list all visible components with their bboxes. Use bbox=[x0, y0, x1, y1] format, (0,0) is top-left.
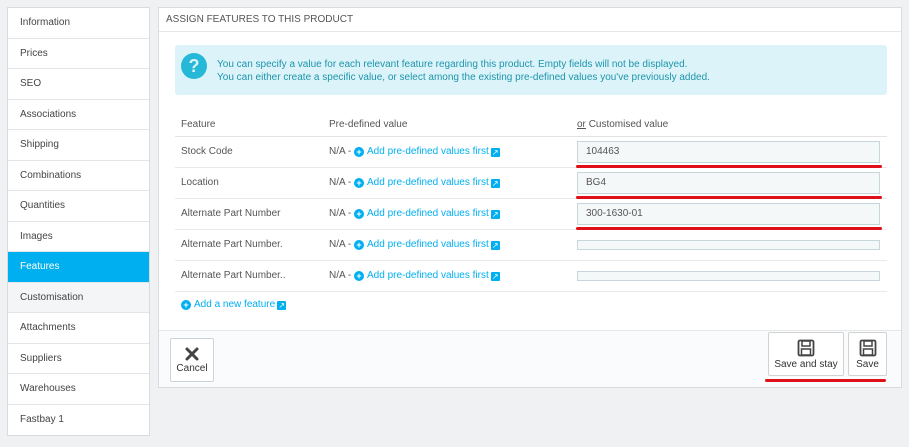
save-and-stay-label: Save and stay bbox=[774, 359, 838, 370]
add-predefined-link[interactable]: + Add pre-defined values first ↗ bbox=[354, 146, 500, 157]
add-predefined-link[interactable]: + Add pre-defined values first ↗ bbox=[354, 208, 500, 219]
save-and-stay-button[interactable]: Save and stay bbox=[768, 332, 844, 376]
save-button[interactable]: Save bbox=[848, 332, 887, 376]
customised-value-input[interactable] bbox=[577, 140, 880, 163]
alert-line-1: You can specify a value for each relevan… bbox=[217, 59, 688, 70]
feature-name: Stock Code bbox=[175, 136, 323, 168]
add-predefined-link[interactable]: + Add pre-defined values first ↗ bbox=[354, 177, 500, 188]
header-or: or bbox=[577, 118, 586, 130]
save-label: Save bbox=[856, 359, 879, 370]
info-alert: ? You can specify a value for each relev… bbox=[175, 45, 887, 95]
sidebar-item-quantities[interactable]: Quantities bbox=[8, 191, 149, 222]
sidebar-item-prices[interactable]: Prices bbox=[8, 39, 149, 69]
na-text: N/A - bbox=[329, 208, 352, 219]
table-row: Stock Code N/A - + Add pre-defined values… bbox=[175, 136, 887, 168]
plus-circle-icon: + bbox=[354, 209, 365, 219]
plus-circle-icon: + bbox=[354, 178, 365, 188]
product-tabs-sidebar: Information Prices SEO Associations Ship… bbox=[7, 7, 150, 436]
na-text: N/A - bbox=[329, 270, 352, 281]
customised-cell bbox=[571, 136, 887, 168]
customised-value-input[interactable] bbox=[577, 239, 880, 250]
sidebar-item-images[interactable]: Images bbox=[8, 222, 149, 252]
table-header-row: Feature Pre-defined value or Customised … bbox=[175, 113, 887, 137]
highlight-underline bbox=[576, 227, 882, 230]
cancel-button[interactable]: Cancel bbox=[170, 338, 214, 382]
add-new-feature-link[interactable]: + Add a new feature ↗ bbox=[181, 299, 287, 310]
highlight-underline bbox=[576, 165, 882, 168]
question-icon: ? bbox=[181, 53, 207, 79]
predefined-cell: N/A - + Add pre-defined values first ↗ bbox=[323, 198, 571, 230]
features-table: Feature Pre-defined value or Customised … bbox=[175, 113, 887, 292]
sidebar-item-combinations[interactable]: Combinations bbox=[8, 161, 149, 191]
alert-text: You can specify a value for each relevan… bbox=[217, 58, 710, 84]
external-link-icon: ↗ bbox=[490, 179, 500, 188]
cancel-label: Cancel bbox=[176, 363, 208, 374]
external-link-icon: ↗ bbox=[490, 148, 500, 157]
floppy-disk-icon bbox=[859, 339, 876, 357]
plus-circle-icon: + bbox=[181, 300, 191, 310]
external-link-icon: ↗ bbox=[490, 241, 500, 250]
plus-circle-icon: + bbox=[354, 271, 365, 281]
plus-circle-icon: + bbox=[354, 147, 365, 157]
predefined-cell: N/A - + Add pre-defined values first ↗ bbox=[323, 136, 571, 168]
customised-cell bbox=[571, 198, 887, 230]
predefined-cell: N/A - + Add pre-defined values first ↗ bbox=[323, 260, 571, 292]
table-row: Alternate Part Number. N/A - + Add pre-de… bbox=[175, 229, 887, 261]
external-link-icon: ↗ bbox=[490, 210, 500, 219]
sidebar-item-features[interactable]: Features bbox=[8, 252, 149, 283]
na-text: N/A - bbox=[329, 146, 352, 157]
panel-title: ASSIGN FEATURES TO THIS PRODUCT bbox=[159, 8, 901, 32]
table-row: Alternate Part Number N/A - + Add pre-def… bbox=[175, 198, 887, 230]
panel-footer: Cancel Save and stay Save bbox=[159, 330, 901, 387]
add-predefined-link[interactable]: + Add pre-defined values first ↗ bbox=[354, 270, 500, 281]
customised-cell bbox=[571, 260, 887, 292]
predefined-cell: N/A - + Add pre-defined values first ↗ bbox=[323, 167, 571, 199]
sidebar-item-shipping[interactable]: Shipping bbox=[8, 130, 149, 161]
na-text: N/A - bbox=[329, 239, 352, 250]
highlight-underline bbox=[765, 379, 886, 382]
na-text: N/A - bbox=[329, 177, 352, 188]
floppy-disk-icon bbox=[797, 339, 815, 357]
header-feature: Feature bbox=[175, 113, 323, 137]
highlight-underline bbox=[576, 196, 882, 199]
close-icon bbox=[185, 347, 199, 361]
feature-name: Location bbox=[175, 167, 323, 199]
sidebar-item-customisation[interactable]: Customisation bbox=[8, 282, 149, 313]
table-row: Location N/A - + Add pre-defined values f… bbox=[175, 167, 887, 199]
alert-line-2: You can either create a specific value, … bbox=[217, 72, 710, 83]
external-link-icon: ↗ bbox=[490, 272, 500, 281]
feature-name: Alternate Part Number.. bbox=[175, 260, 323, 292]
table-row: Alternate Part Number.. N/A - + Add pre-d… bbox=[175, 260, 887, 292]
sidebar-item-seo[interactable]: SEO bbox=[8, 69, 149, 100]
customised-cell bbox=[571, 229, 887, 261]
feature-name: Alternate Part Number. bbox=[175, 229, 323, 261]
sidebar-item-attachments[interactable]: Attachments bbox=[8, 313, 149, 344]
customised-value-input[interactable] bbox=[577, 202, 880, 225]
sidebar-item-suppliers[interactable]: Suppliers bbox=[8, 344, 149, 374]
plus-circle-icon: + bbox=[354, 240, 365, 250]
add-predefined-link[interactable]: + Add pre-defined values first ↗ bbox=[354, 239, 500, 250]
sidebar-item-fastbay[interactable]: Fastbay 1 bbox=[8, 405, 149, 436]
features-panel: ASSIGN FEATURES TO THIS PRODUCT ? You ca… bbox=[158, 7, 902, 388]
sidebar-item-information[interactable]: Information bbox=[8, 8, 149, 39]
header-customised-label: Customised value bbox=[588, 118, 669, 130]
sidebar-item-warehouses[interactable]: Warehouses bbox=[8, 374, 149, 405]
sidebar-item-associations[interactable]: Associations bbox=[8, 100, 149, 130]
feature-name: Alternate Part Number bbox=[175, 198, 323, 230]
customised-cell bbox=[571, 167, 887, 199]
header-predefined: Pre-defined value bbox=[323, 113, 571, 137]
external-link-icon: ↗ bbox=[277, 301, 287, 310]
header-customised: or Customised value bbox=[571, 113, 887, 137]
customised-value-input[interactable] bbox=[577, 270, 880, 281]
customised-value-input[interactable] bbox=[577, 171, 880, 194]
predefined-cell: N/A - + Add pre-defined values first ↗ bbox=[323, 229, 571, 261]
